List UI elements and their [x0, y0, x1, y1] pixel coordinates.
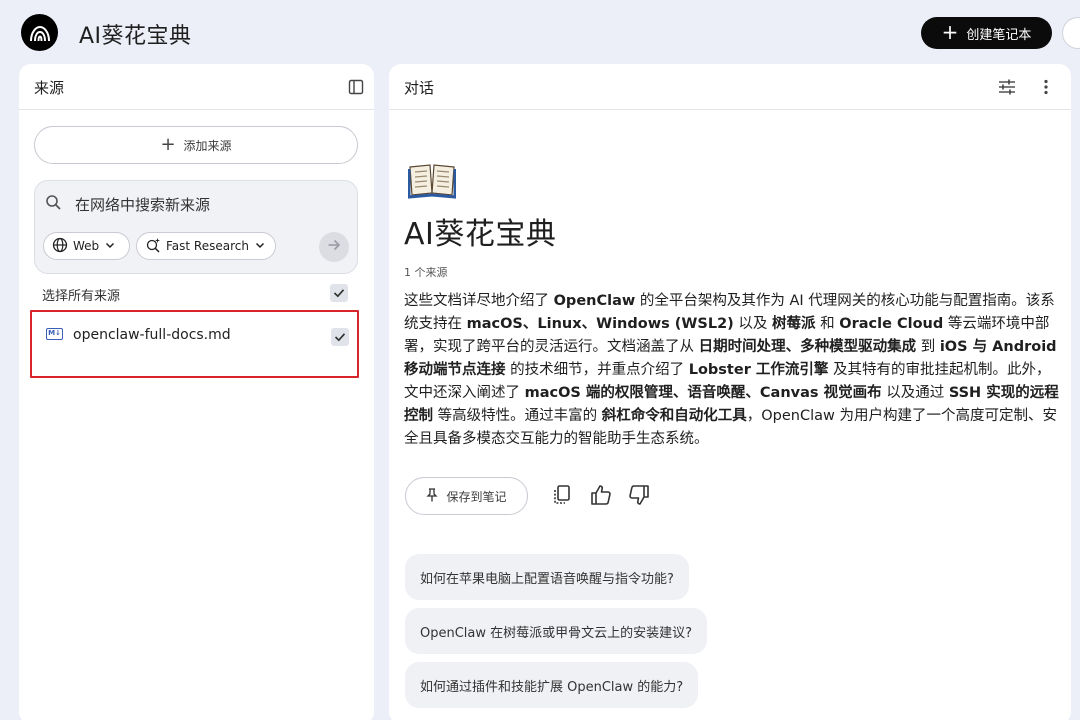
copy-icon[interactable] [550, 483, 574, 507]
suggested-question[interactable]: 如何在苹果电脑上配置语音唤醒与指令功能? [405, 554, 689, 600]
summary-bold-term: 日期时间处理、多种模型驱动集成 [698, 339, 917, 355]
add-source-button[interactable]: + 添加来源 [34, 126, 358, 164]
summary-text: 以及 [733, 316, 773, 332]
suggested-question[interactable]: OpenClaw 在树莓派或甲骨文云上的安装建议? [405, 608, 708, 654]
summary-bold-term: macOS 端的权限管理、语音唤醒、Canvas 视觉画布 [524, 385, 882, 401]
thumbs-up-icon[interactable] [589, 483, 613, 507]
arrow-right-icon [326, 237, 342, 257]
chat-panel: 对话 AI葵花宝典 1 个来源 这些文档详尽地介绍了 OpenClaw 的全平台… [389, 64, 1071, 720]
sources-panel-header: 来源 [19, 64, 374, 110]
sources-panel-title: 来源 [34, 79, 65, 97]
summary-text: 和 [815, 316, 840, 332]
chat-panel-header: 对话 [389, 64, 1071, 110]
save-to-note-button[interactable]: 保存到笔记 [405, 477, 528, 515]
research-mode-dropdown[interactable]: Fast Research [136, 232, 276, 260]
add-source-label: 添加来源 [183, 138, 232, 153]
search-input[interactable] [75, 193, 335, 217]
web-search-box: Web Fast Research [34, 180, 358, 274]
tune-settings-icon[interactable] [995, 75, 1019, 99]
app-header: AI葵花宝典 + 创建笔记本 [0, 0, 1080, 64]
notebook-summary: 这些文档详尽地介绍了 OpenClaw 的全平台架构及其作为 AI 代理网关的核… [404, 290, 1060, 451]
sparkle-search-icon [145, 237, 161, 256]
save-to-note-label: 保存到笔记 [446, 489, 507, 504]
create-notebook-button[interactable]: + 创建笔记本 [921, 17, 1052, 49]
select-all-checkbox[interactable] [330, 284, 348, 302]
submit-search-button[interactable] [319, 232, 349, 262]
summary-text: 等高级特性。通过丰富的 [433, 408, 602, 424]
markdown-file-icon: M↓ [46, 328, 63, 340]
select-all-label: 选择所有来源 [42, 289, 121, 304]
app-logo-icon[interactable] [21, 14, 58, 51]
source-count: 1 个来源 [404, 266, 448, 279]
summary-bold-term: 树莓派 [772, 316, 816, 332]
source-item-checkbox[interactable] [331, 328, 349, 346]
notebook-title: AI葵花宝典 [404, 217, 557, 252]
chevron-down-icon [254, 239, 266, 254]
chat-panel-title: 对话 [404, 79, 435, 97]
chevron-down-icon [104, 239, 116, 254]
summary-bold-term: Lobster 工作流引擎 [688, 362, 829, 378]
sources-panel: 来源 + 添加来源 Web [19, 64, 374, 720]
search-icon [45, 194, 62, 215]
plus-icon: + [160, 134, 176, 155]
summary-text: 的技术细节，并重点介绍了 [505, 362, 689, 378]
source-item-name: openclaw-full-docs.md [73, 327, 231, 343]
web-source-dropdown[interactable]: Web [43, 232, 130, 260]
plus-icon: + [941, 20, 959, 44]
summary-bold-term: OpenClaw [553, 293, 636, 309]
more-vert-icon[interactable] [1034, 75, 1058, 99]
app-title: AI葵花宝典 [79, 24, 192, 49]
suggested-question[interactable]: 如何通过插件和技能扩展 OpenClaw 的能力? [405, 662, 699, 708]
source-item[interactable]: M↓ openclaw-full-docs.md [30, 310, 359, 378]
summary-text: 以及通过 [881, 385, 949, 401]
pin-icon [426, 487, 439, 505]
summary-text: 这些文档详尽地介绍了 [404, 293, 554, 309]
create-notebook-label: 创建笔记本 [966, 27, 1032, 43]
summary-bold-term: 斜杠命令和自动化工具 [601, 408, 747, 424]
research-chip-label: Fast Research [166, 239, 249, 253]
summary-text: 到 [916, 339, 940, 355]
avatar[interactable] [1062, 17, 1080, 49]
collapse-panel-icon[interactable] [344, 75, 368, 99]
summary-bold-term: macOS、Linux、Windows (WSL2) [466, 316, 734, 332]
summary-bold-term: Oracle Cloud [839, 316, 944, 332]
thumbs-down-icon[interactable] [627, 483, 651, 507]
web-chip-label: Web [73, 239, 100, 253]
open-book-icon [407, 159, 457, 199]
globe-icon [52, 237, 68, 256]
